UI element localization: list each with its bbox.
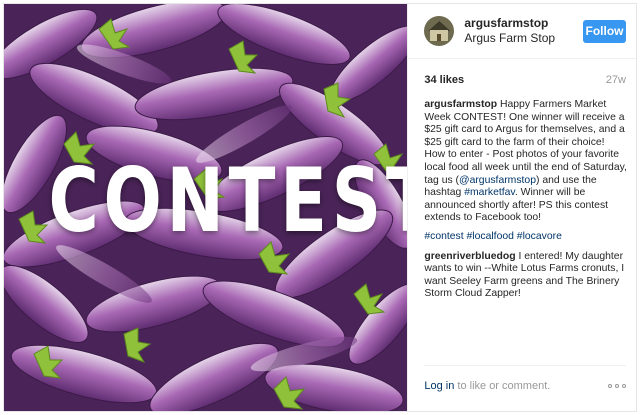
mention-link[interactable]: @argusfarmstop (459, 175, 536, 186)
dot (608, 383, 612, 388)
hashtag-link-marketfav[interactable]: #marketfav (464, 187, 515, 198)
caption: argusfarmstop Happy Farmers Market Week … (424, 99, 628, 225)
hashtag-comment: #contest #localfood #locavore (424, 231, 628, 244)
likes-count[interactable]: 34 likes (424, 74, 464, 86)
avatar-door (437, 34, 442, 41)
post-stats: 34 likes 27w (424, 74, 626, 86)
comment: greenriverbluedog I entered! My daughter… (424, 251, 628, 301)
post-footer: Log in to like or comment. (424, 365, 626, 403)
contest-overlay-text: CONTEST! (48, 149, 407, 252)
dot (615, 383, 619, 388)
instagram-post: CONTEST! argusfarmstop Argus Farm Stop F… (3, 3, 637, 412)
account-names: argusfarmstop Argus Farm Stop (464, 16, 583, 46)
comments-section: argusfarmstop Happy Farmers Market Week … (424, 99, 628, 307)
hashtag-link[interactable]: #localfood (467, 231, 514, 242)
login-rest-text: to like or comment. (454, 379, 551, 392)
comment-author-link[interactable]: greenriverbluedog (424, 251, 515, 262)
login-prompt: Log in to like or comment. (424, 380, 550, 392)
post-age[interactable]: 27w (606, 74, 626, 86)
username-link[interactable]: argusfarmstop (464, 16, 583, 31)
caption-author-link[interactable]: argusfarmstop (424, 99, 497, 110)
ellipsis-icon[interactable] (608, 383, 626, 388)
avatar[interactable] (424, 16, 455, 46)
follow-button[interactable]: Follow (583, 19, 626, 43)
login-link[interactable]: Log in (424, 380, 454, 392)
caption-text-1: Happy Farmers Market Week CONTEST! One w… (424, 99, 627, 186)
hashtag-link[interactable]: #locavore (517, 231, 562, 242)
hashtag-link[interactable]: #contest (424, 231, 463, 242)
dot (622, 383, 626, 388)
full-name: Argus Farm Stop (464, 31, 556, 45)
post-sidebar: argusfarmstop Argus Farm Stop Follow 34 … (407, 4, 636, 411)
post-photo[interactable]: CONTEST! (4, 4, 408, 411)
post-header: argusfarmstop Argus Farm Stop Follow (408, 4, 636, 59)
